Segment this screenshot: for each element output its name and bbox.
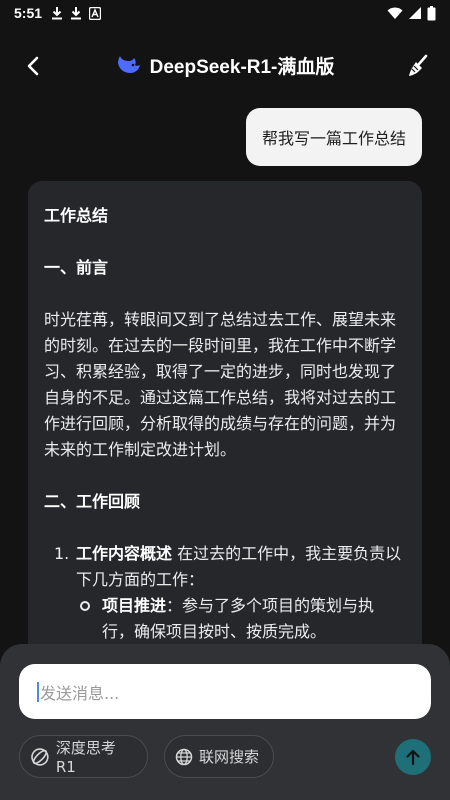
battery-icon: [427, 5, 436, 20]
app-header: DeepSeek-R1-满血版: [0, 42, 450, 88]
status-bar: 5:51: [0, 0, 450, 26]
composer-panel: 发送消息... 深度思考R1 联网搜索: [0, 644, 450, 800]
deep-think-toggle[interactable]: 深度思考R1: [19, 735, 148, 778]
back-button[interactable]: [20, 53, 46, 79]
list-item-number: 1.: [54, 544, 70, 563]
list-item-body: 工作内容概述 在过去的工作中，我主要负责以下几方面的工作：: [76, 541, 404, 593]
status-right: [387, 5, 436, 21]
wifi-icon: [387, 7, 403, 19]
message-input-placeholder: 发送消息...: [40, 683, 120, 703]
title-wrap: DeepSeek-R1-满血版: [116, 52, 335, 79]
deep-think-label: 深度思考R1: [55, 739, 116, 776]
status-time: 5:51: [14, 5, 43, 21]
user-message-text: 帮我写一篇工作总结: [261, 129, 406, 148]
response-title: 工作总结: [44, 206, 109, 225]
clear-chat-button[interactable]: [404, 52, 432, 80]
download-icon: [52, 7, 63, 20]
section-heading-intro: 一、前言: [44, 258, 109, 277]
message-input[interactable]: 发送消息...: [19, 664, 431, 719]
download-icon: [71, 7, 82, 20]
font-app-icon: [89, 6, 102, 20]
send-button[interactable]: [395, 739, 431, 775]
list-item-bold: 工作内容概述: [76, 544, 173, 563]
deep-think-icon: [31, 747, 49, 766]
web-search-toggle[interactable]: 联网搜索: [164, 735, 274, 778]
sub-list-item-body: 项目推进：参与了多个项目的策划与执行，确保项目按时、按质完成。: [102, 593, 404, 645]
sub-list-item: 项目推进：参与了多个项目的策划与执行，确保项目按时、按质完成。: [44, 593, 404, 645]
status-left: 5:51: [14, 5, 102, 21]
deepseek-whale-icon: [117, 56, 140, 73]
broom-icon: [409, 54, 428, 76]
section-heading-review: 二、工作回顾: [44, 492, 141, 511]
circle-bullet-icon: [80, 601, 90, 611]
arrow-up-icon: [406, 749, 420, 766]
notification-icons: [51, 6, 102, 20]
intro-paragraph: 时光荏苒，转眼间又到了总结过去工作、展望未来的时刻。在过去的一段时间里，我在工作…: [44, 310, 397, 459]
user-message-bubble: 帮我写一篇工作总结: [245, 108, 422, 166]
page-title: DeepSeek-R1-满血版: [149, 56, 335, 78]
ai-response-card: 工作总结 一、前言 时光荏苒，转眼间又到了总结过去工作、展望未来的时刻。在过去的…: [28, 181, 422, 681]
globe-icon: [175, 748, 193, 765]
list-item: 1. 工作内容概述 在过去的工作中，我主要负责以下几方面的工作：: [44, 541, 404, 593]
text-caret: [37, 681, 39, 702]
web-search-label: 联网搜索: [199, 748, 260, 766]
signal-icon: [409, 7, 421, 19]
chevron-left-icon: [27, 56, 39, 76]
sub-list-item-bold: 项目推进: [102, 596, 167, 615]
